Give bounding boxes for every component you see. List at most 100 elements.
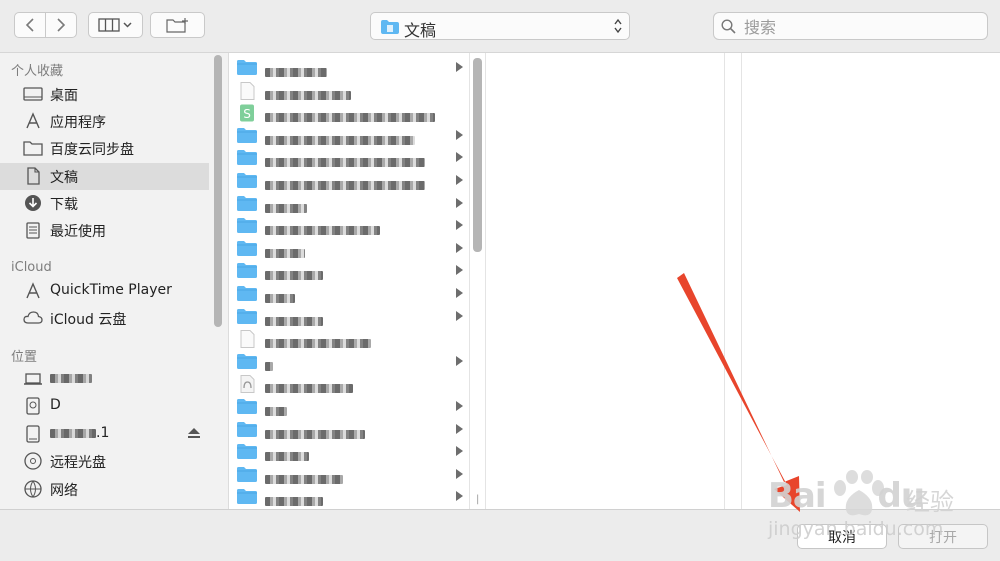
folder-icon xyxy=(237,262,257,282)
folder-icon xyxy=(237,421,257,441)
disclosure-arrow-icon xyxy=(456,355,463,366)
redacted-name xyxy=(265,294,295,303)
sidebar-item-icloud-drive[interactable]: iCloud 云盘 xyxy=(0,305,209,332)
sidebar-heading-icloud: iCloud xyxy=(11,260,52,275)
redacted-name xyxy=(50,428,96,438)
sidebar-item-label xyxy=(50,370,92,386)
search-input[interactable] xyxy=(742,16,976,38)
sidebar: 个人收藏 桌面 应用程序 百度云同步盘 文稿 下载 最近使用 iCloud Qu… xyxy=(0,53,229,509)
eject-icon[interactable] xyxy=(187,427,201,440)
new-folder-icon xyxy=(165,18,188,33)
file-row[interactable] xyxy=(229,214,469,236)
sidebar-item-documents[interactable]: 文稿 xyxy=(0,163,209,190)
optical-disc-icon xyxy=(24,452,42,470)
sidebar-item-desktop[interactable]: 桌面 xyxy=(0,81,209,108)
disclosure-arrow-icon xyxy=(456,468,463,479)
sidebar-item-label: iCloud 云盘 xyxy=(50,312,127,328)
folder-icon xyxy=(23,141,43,156)
redacted-name xyxy=(50,373,92,383)
network-icon xyxy=(24,480,42,498)
disclosure-arrow-icon xyxy=(456,175,463,185)
location-popup[interactable]: 文稿 xyxy=(370,12,630,40)
redacted-name xyxy=(265,316,323,326)
file-row[interactable] xyxy=(229,259,469,281)
redacted-name xyxy=(265,497,323,507)
file-row[interactable] xyxy=(229,305,469,327)
folder-icon xyxy=(237,398,257,418)
redacted-name xyxy=(265,407,287,416)
sidebar-item-recents[interactable]: 最近使用 xyxy=(0,217,209,244)
file-row[interactable] xyxy=(229,463,469,485)
sidebar-item-downloads[interactable]: 下载 xyxy=(0,190,209,217)
drive-suffix: .1 xyxy=(96,425,110,441)
sidebar-item-disk-d[interactable]: D xyxy=(0,393,209,420)
disclosure-arrow-icon xyxy=(456,62,463,72)
sidebar-item-remote-disc[interactable]: 远程光盘 xyxy=(0,448,209,475)
disclosure-arrow-icon xyxy=(456,152,463,163)
applications-icon xyxy=(26,282,40,299)
file-row[interactable] xyxy=(229,282,469,304)
redacted-name xyxy=(265,113,435,123)
sidebar-item-applications[interactable]: 应用程序 xyxy=(0,108,209,135)
external-drive-icon xyxy=(26,425,40,443)
empty-column-2 xyxy=(485,53,725,509)
columns-view-icon xyxy=(97,18,132,32)
disclosure-arrow-icon xyxy=(456,401,463,411)
folder-icon xyxy=(237,285,257,305)
file-row[interactable]: S xyxy=(229,101,469,123)
sidebar-item-mac[interactable] xyxy=(0,366,209,393)
disk-icon xyxy=(26,397,40,415)
file-row[interactable] xyxy=(229,395,469,417)
folder-icon xyxy=(237,308,257,328)
file-row[interactable] xyxy=(229,372,469,394)
new-folder-button[interactable] xyxy=(150,12,205,38)
sidebar-scrollbar[interactable] xyxy=(214,55,222,327)
redacted-name xyxy=(265,226,380,236)
file-row[interactable] xyxy=(229,169,469,191)
search-field[interactable] xyxy=(713,12,988,40)
sidebar-item-quicktime[interactable]: QuickTime Player xyxy=(0,278,209,305)
disclosure-arrow-icon xyxy=(456,265,463,276)
cancel-button[interactable]: 取消 xyxy=(797,524,887,549)
file-row[interactable] xyxy=(229,124,469,146)
forward-button[interactable] xyxy=(45,12,77,38)
sidebar-item-network[interactable]: 网络 xyxy=(0,476,209,503)
redacted-name xyxy=(265,271,323,281)
view-mode-button[interactable] xyxy=(88,12,143,38)
sidebar-item-label: 网络 xyxy=(50,483,78,499)
file-row[interactable] xyxy=(229,350,469,372)
file-row[interactable] xyxy=(229,79,469,101)
file-row[interactable] xyxy=(229,56,469,78)
disclosure-arrow-icon xyxy=(456,446,463,457)
sidebar-item-label: 百度云同步盘 xyxy=(50,142,134,158)
dialog-footer: 取消 打开 xyxy=(0,509,1000,561)
cloud-icon xyxy=(23,311,43,324)
file-list-column: S xyxy=(229,53,470,509)
recents-icon xyxy=(26,222,40,239)
sidebar-item-label: 文稿 xyxy=(50,170,78,186)
redacted-name xyxy=(265,181,425,190)
disclosure-arrow-icon xyxy=(456,423,463,434)
open-button[interactable]: 打开 xyxy=(898,524,988,549)
sidebar-item-external-drive[interactable]: .1 xyxy=(0,421,209,448)
sidebar-item-label: 最近使用 xyxy=(50,224,106,240)
file-row[interactable] xyxy=(229,192,469,214)
file-row[interactable] xyxy=(229,237,469,259)
file-row[interactable] xyxy=(229,418,469,440)
folder-icon xyxy=(237,466,257,486)
disclosure-arrow-icon xyxy=(456,129,463,140)
file-row[interactable] xyxy=(229,327,469,349)
chevron-right-icon xyxy=(57,18,66,32)
file-row[interactable] xyxy=(229,485,469,507)
back-button[interactable] xyxy=(14,12,46,38)
search-icon xyxy=(721,19,736,34)
disclosure-arrow-icon xyxy=(456,220,463,231)
file-row[interactable] xyxy=(229,440,469,462)
file-row[interactable] xyxy=(229,146,469,168)
redacted-name xyxy=(265,384,353,394)
sidebar-item-label: D xyxy=(50,397,61,413)
disclosure-arrow-icon xyxy=(456,288,463,298)
sidebar-item-baidu-sync[interactable]: 百度云同步盘 xyxy=(0,135,209,162)
file-list-scrollbar[interactable] xyxy=(473,58,482,252)
sidebar-item-label: QuickTime Player xyxy=(50,282,172,298)
